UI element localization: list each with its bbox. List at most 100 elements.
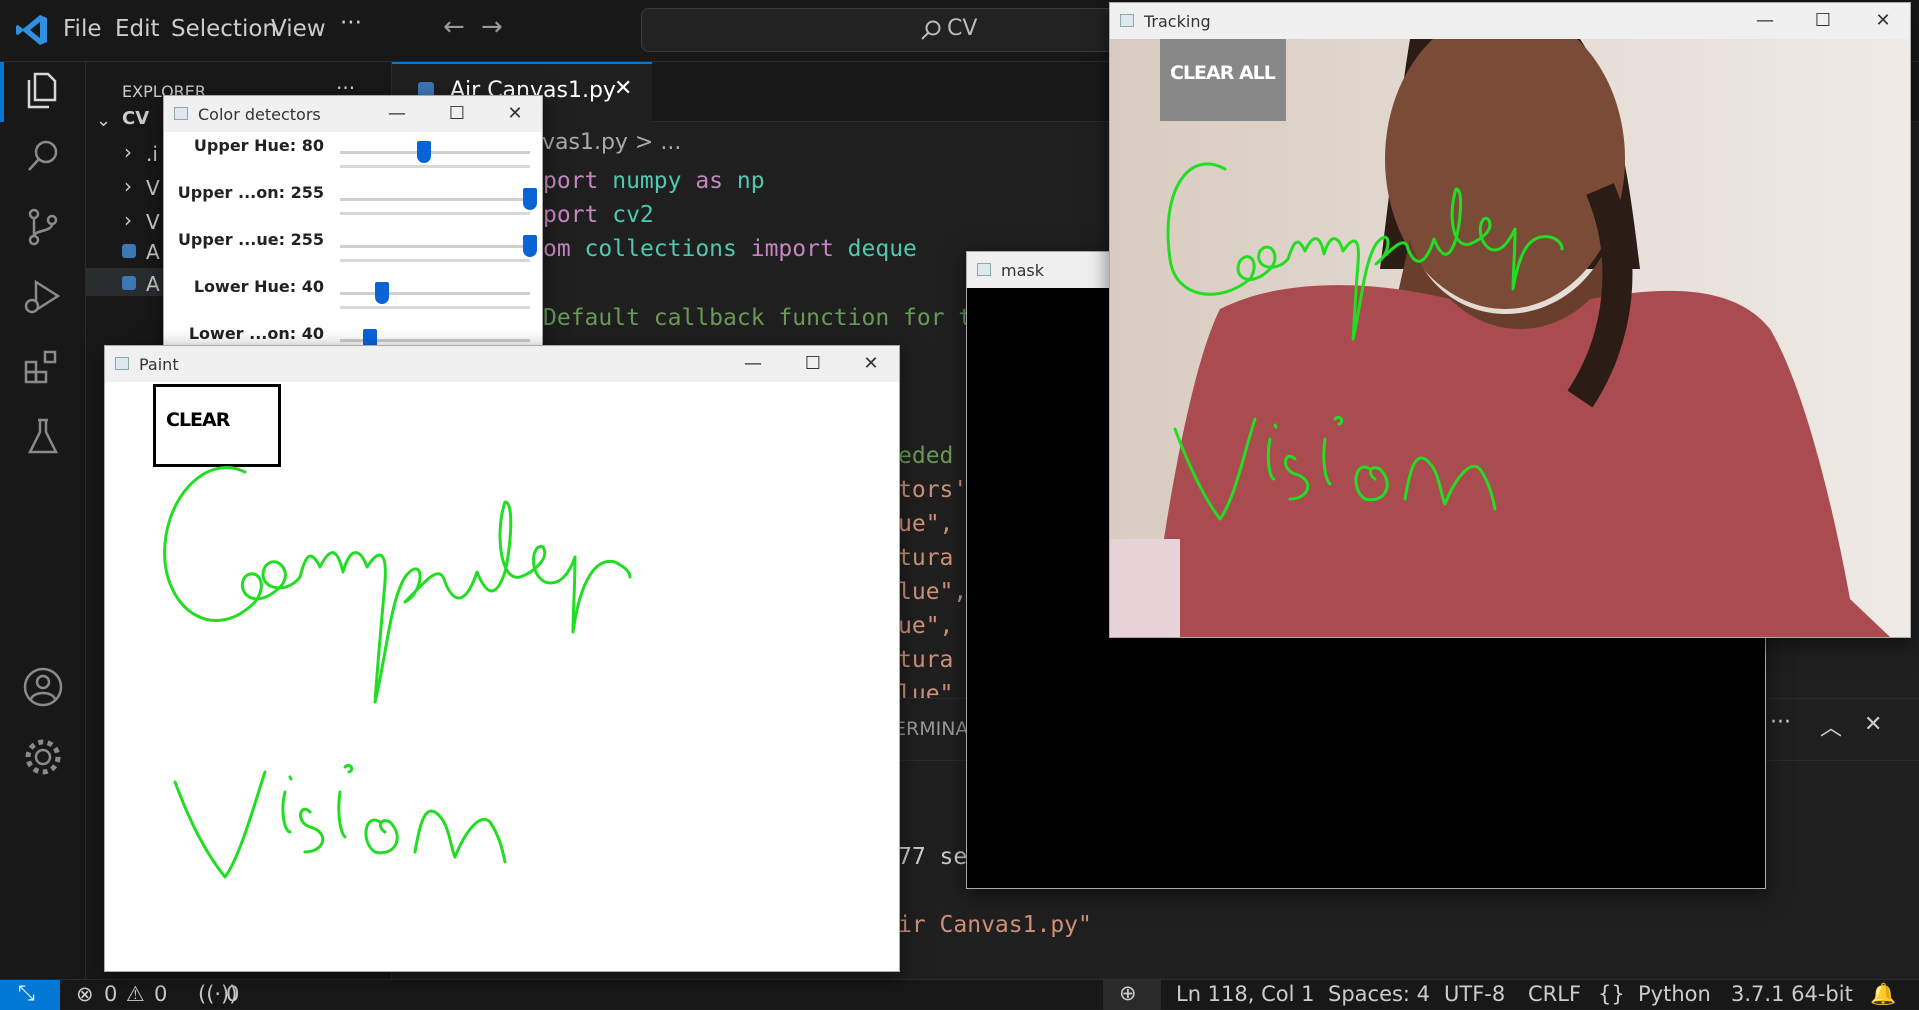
paint-drawing-canvas[interactable] bbox=[105, 382, 901, 972]
indentation[interactable]: Spaces: 4 bbox=[1328, 982, 1430, 1006]
slider-thumb[interactable] bbox=[417, 141, 432, 163]
tab-close-icon[interactable]: ✕ bbox=[614, 76, 632, 101]
tracking-titlebar[interactable]: Tracking — ☐ ✕ bbox=[1110, 3, 1910, 39]
code-line-2: port cv2 bbox=[543, 202, 654, 228]
cursor-position[interactable]: Ln 118, Col 1 bbox=[1176, 982, 1315, 1006]
remote-button[interactable]: ⤡ bbox=[0, 980, 60, 1010]
warning-count[interactable]: 0 bbox=[154, 982, 167, 1006]
maximize-icon[interactable]: ☐ bbox=[790, 350, 836, 378]
error-count[interactable]: 0 bbox=[104, 982, 117, 1006]
code-token: as bbox=[695, 168, 724, 194]
code-token: numpy bbox=[598, 168, 696, 194]
error-icon[interactable]: ⊗ bbox=[76, 982, 94, 1006]
language-brackets-icon[interactable]: {} bbox=[1598, 982, 1625, 1006]
account-icon[interactable] bbox=[18, 662, 68, 712]
slider-upper-hue: Upper Hue: 80 bbox=[164, 136, 542, 183]
window-app-icon bbox=[115, 357, 129, 370]
color-detectors-window: Color detectors — ☐ ✕ Upper Hue: 80 Uppe… bbox=[163, 95, 543, 355]
tree-item[interactable]: .i bbox=[146, 142, 158, 166]
slider-track[interactable] bbox=[340, 245, 530, 248]
code-token: cv2 bbox=[598, 202, 654, 228]
active-indicator bbox=[0, 62, 4, 122]
vscode-logo-icon bbox=[16, 15, 47, 45]
stroke-computer bbox=[163, 466, 632, 704]
maximize-icon[interactable]: ☐ bbox=[1800, 7, 1846, 35]
slider-track-shadow bbox=[340, 259, 530, 262]
slider-thumb[interactable] bbox=[375, 282, 390, 304]
chevron-down-icon[interactable]: ⌄ bbox=[96, 110, 111, 131]
forward-arrow-icon[interactable]: → bbox=[481, 12, 503, 42]
close-icon[interactable]: ✕ bbox=[1860, 7, 1906, 35]
source-control-icon[interactable] bbox=[18, 202, 68, 252]
tree-item[interactable]: V bbox=[146, 176, 160, 200]
paint-titlebar[interactable]: Paint — ☐ ✕ bbox=[105, 346, 899, 382]
menu-file[interactable]: File bbox=[63, 16, 102, 42]
minimize-icon[interactable]: — bbox=[374, 100, 420, 128]
window-app-icon bbox=[1120, 14, 1134, 27]
run-debug-icon[interactable] bbox=[18, 272, 68, 322]
breadcrumb[interactable]: vas1.py > ... bbox=[542, 130, 681, 155]
extensions-icon[interactable] bbox=[18, 342, 68, 392]
language-mode[interactable]: Python bbox=[1638, 982, 1711, 1006]
tree-item[interactable]: V bbox=[146, 210, 160, 234]
code-fragment: tors' bbox=[898, 477, 968, 503]
settings-gear-icon[interactable] bbox=[18, 732, 68, 782]
menu-more[interactable]: ··· bbox=[340, 10, 362, 36]
color-detectors-titlebar[interactable]: Color detectors — ☐ ✕ bbox=[164, 96, 542, 132]
menu-view[interactable]: View bbox=[271, 16, 326, 42]
interpreter[interactable]: 3.7.1 64-bit bbox=[1731, 982, 1853, 1006]
slider-track[interactable] bbox=[340, 151, 530, 154]
slider-thumb[interactable] bbox=[523, 188, 537, 210]
code-token: np bbox=[723, 168, 765, 194]
panel-close-icon[interactable]: ✕ bbox=[1864, 712, 1882, 737]
workspace-root[interactable]: CV bbox=[122, 108, 149, 129]
minimize-icon[interactable]: — bbox=[730, 350, 776, 378]
search-sidebar-icon[interactable] bbox=[18, 132, 68, 182]
close-icon[interactable]: ✕ bbox=[848, 350, 894, 378]
encoding[interactable]: UTF-8 bbox=[1444, 982, 1505, 1006]
stroke-vision bbox=[173, 763, 507, 879]
menu-selection[interactable]: Selection bbox=[171, 16, 277, 42]
code-token: port bbox=[543, 202, 599, 228]
slider-track[interactable] bbox=[340, 198, 530, 201]
panel-more-button[interactable]: ··· bbox=[1770, 710, 1791, 735]
terminal-line: 77 se bbox=[898, 844, 968, 870]
code-fragment: tura bbox=[898, 545, 954, 571]
tree-item[interactable]: A bbox=[146, 272, 160, 296]
testing-flask-icon[interactable] bbox=[18, 412, 68, 462]
explorer-icon[interactable] bbox=[18, 66, 68, 116]
code-fragment: lue", bbox=[898, 579, 968, 605]
slider-track[interactable] bbox=[340, 292, 530, 295]
chevron-right-icon[interactable]: › bbox=[124, 140, 132, 164]
overlay-stroke-computer bbox=[1166, 162, 1564, 341]
tree-item[interactable]: A bbox=[146, 240, 160, 264]
close-icon[interactable]: ✕ bbox=[492, 100, 538, 128]
command-center[interactable]: CV bbox=[641, 8, 1121, 52]
window-title: Paint bbox=[139, 355, 179, 374]
chevron-right-icon[interactable]: › bbox=[124, 174, 132, 198]
slider-thumb[interactable] bbox=[523, 235, 537, 257]
minimize-icon[interactable]: — bbox=[1742, 7, 1788, 35]
line-ending[interactable]: CRLF bbox=[1528, 982, 1581, 1006]
code-token: collections bbox=[570, 236, 751, 262]
window-title: Tracking bbox=[1144, 12, 1211, 31]
slider-label: Lower ...on: 40 bbox=[188, 324, 324, 343]
maximize-icon[interactable]: ☐ bbox=[434, 100, 480, 128]
slider-track-shadow bbox=[340, 165, 530, 168]
zoom-button[interactable]: ⊕ bbox=[1103, 980, 1161, 1010]
chevron-up-icon[interactable]: ︿ bbox=[1820, 710, 1842, 742]
warning-icon[interactable]: ⚠ bbox=[126, 982, 145, 1006]
chevron-right-icon[interactable]: › bbox=[124, 208, 132, 232]
code-fragment: tura bbox=[898, 647, 954, 673]
ports-count[interactable]: 0 bbox=[226, 982, 239, 1006]
code-fragment: lue" bbox=[898, 681, 954, 699]
code-token: port bbox=[543, 168, 599, 194]
search-icon bbox=[921, 20, 941, 40]
notifications-bell-icon[interactable]: 🔔 bbox=[1870, 982, 1896, 1007]
slider-track-shadow bbox=[340, 306, 530, 309]
panel-tab-terminal[interactable]: ERMINA bbox=[894, 718, 968, 740]
python-file-icon bbox=[122, 276, 136, 290]
menu-edit[interactable]: Edit bbox=[115, 16, 160, 42]
back-arrow-icon[interactable]: ← bbox=[443, 12, 465, 42]
tracking-drawing-overlay bbox=[1166, 162, 1564, 521]
